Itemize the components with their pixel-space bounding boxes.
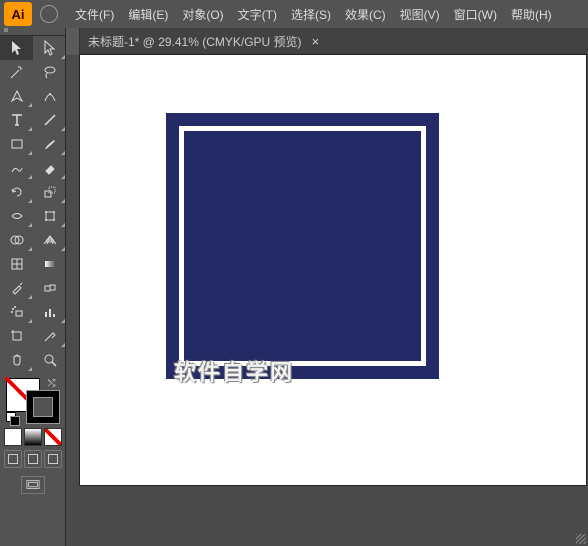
document-tab-bar: 未标题-1* @ 29.41% (CMYK/GPU 预览) × <box>0 28 588 55</box>
eraser-tool[interactable] <box>33 156 66 180</box>
rectangle-tool[interactable] <box>0 132 33 156</box>
blend-tool[interactable] <box>33 276 66 300</box>
tab-gutter <box>66 28 80 55</box>
left-gutter <box>66 55 80 545</box>
paintbrush-tool[interactable] <box>33 132 66 156</box>
tool-panel: ⤭ <box>0 28 66 546</box>
document-title: 未标题-1* @ 29.41% (CMYK/GPU 预览) <box>88 33 302 50</box>
color-mode-row <box>0 428 65 446</box>
color-mode-gradient[interactable] <box>24 428 42 446</box>
scale-tool[interactable] <box>33 180 66 204</box>
magic-wand-tool[interactable] <box>0 60 33 84</box>
default-fill-stroke-icon[interactable] <box>6 412 18 424</box>
artboard[interactable]: 软件自学网 WWW.RJZXW.COM <box>80 55 586 485</box>
tool-panel-drag-handle[interactable] <box>0 28 65 36</box>
artboard-tool[interactable] <box>0 324 33 348</box>
pen-tool[interactable] <box>0 84 33 108</box>
direct-selection-tool[interactable] <box>33 36 66 60</box>
gradient-tool[interactable] <box>33 252 66 276</box>
draw-behind[interactable] <box>24 450 42 468</box>
swap-fill-stroke-icon[interactable]: ⤭ <box>48 378 60 390</box>
shape-builder-tool[interactable] <box>0 228 33 252</box>
line-segment-tool[interactable] <box>33 108 66 132</box>
canvas-area[interactable]: 软件自学网 WWW.RJZXW.COM <box>80 55 588 546</box>
watermark-subtext: WWW.RJZXW.COM <box>178 381 298 391</box>
menu-file[interactable]: 文件(F) <box>68 2 121 27</box>
menu-bar: Ai 文件(F) 编辑(E) 对象(O) 文字(T) 选择(S) 效果(C) 视… <box>0 0 588 28</box>
tab-close-button[interactable]: × <box>312 34 320 49</box>
cloud-sync-icon[interactable] <box>40 5 58 23</box>
draw-mode-row <box>0 450 65 468</box>
eyedropper-tool[interactable] <box>0 276 33 300</box>
artwork-inner-border <box>179 126 426 366</box>
menu-view[interactable]: 视图(V) <box>393 2 447 27</box>
draw-inside[interactable] <box>44 450 62 468</box>
selection-tool[interactable] <box>0 36 33 60</box>
artwork-rectangle[interactable] <box>166 113 439 379</box>
stroke-swatch[interactable] <box>26 390 60 424</box>
window-resize-handle[interactable] <box>570 528 588 546</box>
column-graph-tool[interactable] <box>33 300 66 324</box>
menu-window[interactable]: 窗口(W) <box>447 2 504 27</box>
menu-object[interactable]: 对象(O) <box>175 2 230 27</box>
menu-type[interactable]: 文字(T) <box>231 2 284 27</box>
document-tab[interactable]: 未标题-1* @ 29.41% (CMYK/GPU 预览) × <box>80 28 327 55</box>
fill-stroke-swatch[interactable]: ⤭ <box>6 378 60 424</box>
rotate-tool[interactable] <box>0 180 33 204</box>
mesh-tool[interactable] <box>0 252 33 276</box>
type-tool[interactable] <box>0 108 33 132</box>
slice-tool[interactable] <box>33 324 66 348</box>
free-transform-tool[interactable] <box>33 204 66 228</box>
menu-edit[interactable]: 编辑(E) <box>121 2 175 27</box>
zoom-tool[interactable] <box>33 348 66 372</box>
perspective-grid-tool[interactable] <box>33 228 66 252</box>
lasso-tool[interactable] <box>33 60 66 84</box>
menu-help[interactable]: 帮助(H) <box>504 2 559 27</box>
width-tool[interactable] <box>0 204 33 228</box>
hand-tool[interactable] <box>0 348 33 372</box>
app-logo: Ai <box>4 2 32 26</box>
draw-normal[interactable] <box>4 450 22 468</box>
symbol-sprayer-tool[interactable] <box>0 300 33 324</box>
color-mode-none[interactable] <box>44 428 62 446</box>
menu-select[interactable]: 选择(S) <box>284 2 338 27</box>
shaper-tool[interactable] <box>0 156 33 180</box>
curvature-tool[interactable] <box>33 84 66 108</box>
color-mode-solid[interactable] <box>4 428 22 446</box>
menu-effect[interactable]: 效果(C) <box>338 2 393 27</box>
screen-mode-button[interactable] <box>21 476 45 494</box>
